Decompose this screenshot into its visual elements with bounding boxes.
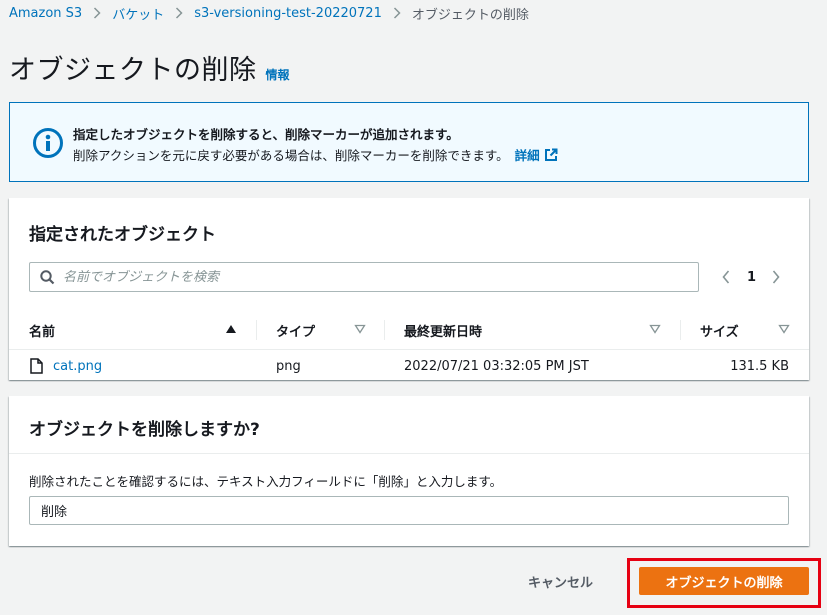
chevron-right-icon — [393, 7, 401, 19]
column-divider — [384, 320, 385, 340]
chevron-left-icon[interactable] — [719, 270, 733, 284]
object-search-box[interactable] — [29, 262, 699, 292]
specified-objects-panel: 指定されたオブジェクト 1 名前 タイプ 最終更新日時 サイズ — [9, 198, 809, 380]
column-header-name[interactable]: 名前 — [29, 310, 55, 350]
current-page-number[interactable]: 1 — [747, 270, 756, 285]
object-search-input[interactable] — [63, 263, 683, 291]
delete-objects-button[interactable]: オブジェクトの削除 — [639, 567, 809, 595]
cancel-button[interactable]: キャンセル — [528, 568, 593, 594]
breadcrumb-current: オブジェクトの削除 — [411, 7, 529, 23]
info-icon — [32, 127, 64, 159]
object-size-cell: 131.5 KB — [730, 358, 789, 374]
confirm-delete-panel: オブジェクトを削除しますか? 削除されたことを確認するには、テキスト入力フィール… — [9, 396, 809, 546]
file-icon — [30, 358, 43, 374]
alert-message-body: 削除アクションを元に戻す必要がある場合は、削除マーカーを削除できます。 詳細 — [73, 145, 558, 164]
table-header: 名前 タイプ 最終更新日時 サイズ — [9, 310, 809, 350]
sort-descending-icon[interactable] — [778, 324, 790, 334]
sort-descending-icon[interactable] — [649, 324, 661, 334]
alert-message-text: 削除アクションを元に戻す必要がある場合は、削除マーカーを削除できます。 — [73, 148, 509, 163]
object-name-link[interactable]: cat.png — [53, 359, 102, 374]
specified-objects-heading: 指定されたオブジェクト — [29, 225, 216, 245]
confirm-delete-heading: オブジェクトを削除しますか? — [29, 420, 260, 440]
column-header-type[interactable]: タイプ — [276, 310, 315, 350]
chevron-right-icon[interactable] — [769, 270, 783, 284]
confirm-instructions: 削除されたことを確認するには、テキスト入力フィールドに「削除」と入力します。 — [29, 474, 503, 489]
chevron-right-icon — [93, 7, 101, 19]
pagination: 1 — [719, 262, 783, 292]
column-header-last-modified[interactable]: 最終更新日時 — [404, 310, 482, 350]
breadcrumb-amazon-s3[interactable]: Amazon S3 — [9, 6, 82, 21]
object-last-modified-cell: 2022/07/21 03:32:05 PM JST — [404, 358, 589, 374]
column-divider — [256, 320, 257, 340]
chevron-right-icon — [175, 7, 183, 19]
info-alert: 指定したオブジェクトを削除すると、削除マーカーが追加されます。 削除アクションを… — [9, 102, 809, 182]
search-icon — [40, 270, 55, 289]
breadcrumb: Amazon S3 バケット s3-versioning-test-202207… — [9, 4, 529, 23]
page-header: オブジェクトの削除 情報 — [9, 48, 290, 87]
column-header-size[interactable]: サイズ — [700, 310, 739, 350]
sort-descending-icon[interactable] — [354, 324, 366, 334]
info-link[interactable]: 情報 — [266, 66, 290, 83]
external-link-icon[interactable] — [544, 148, 558, 162]
object-name-cell: cat.png — [30, 356, 102, 376]
breadcrumb-buckets[interactable]: バケット — [112, 4, 164, 23]
alert-message-title: 指定したオブジェクトを削除すると、削除マーカーが追加されます。 — [73, 127, 459, 142]
sort-ascending-icon[interactable] — [225, 324, 237, 334]
page-title: オブジェクトの削除 — [9, 55, 257, 86]
column-divider — [680, 320, 681, 340]
learn-more-link[interactable]: 詳細 — [515, 145, 540, 164]
confirm-text-input[interactable] — [29, 496, 789, 525]
divider — [9, 453, 809, 454]
breadcrumb-bucket-name[interactable]: s3-versioning-test-20220721 — [194, 6, 382, 21]
object-type-cell: png — [276, 358, 301, 374]
